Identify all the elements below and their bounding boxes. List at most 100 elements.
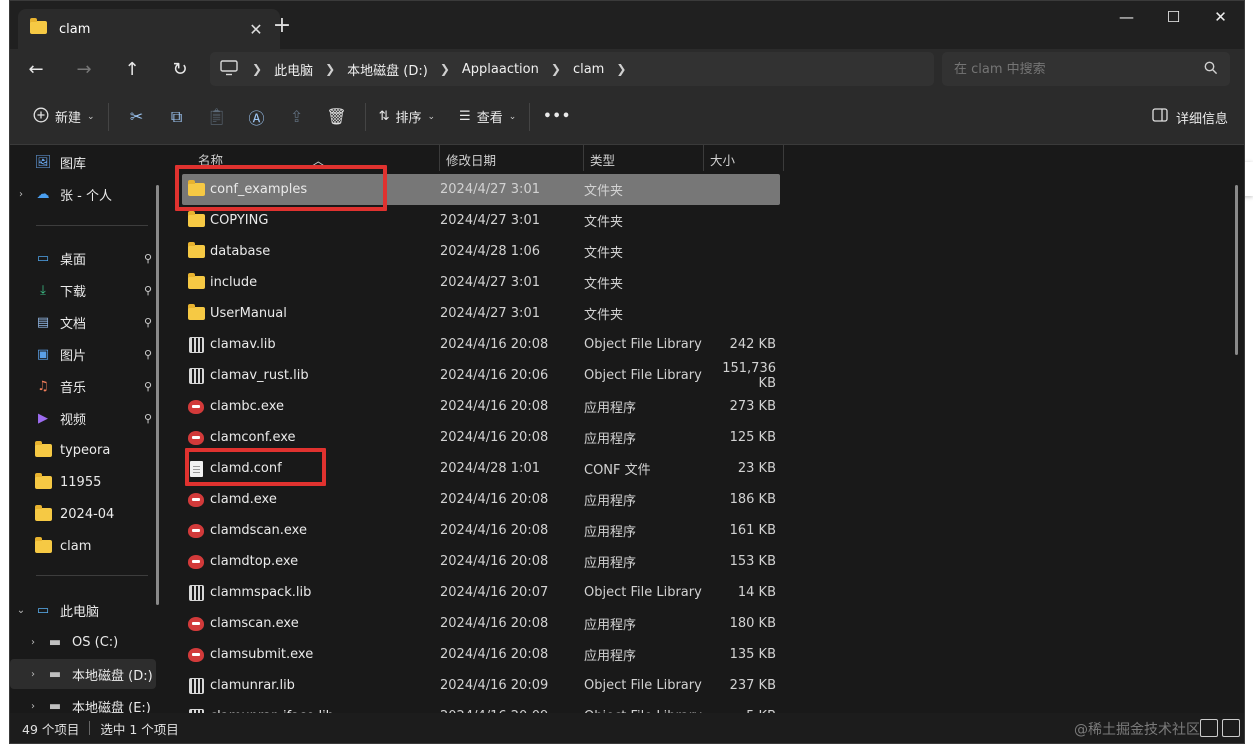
breadcrumb-drive-d[interactable]: 本地磁盘 (D:) <box>347 60 428 79</box>
new-button[interactable]: 新建 ⌄ <box>28 101 100 133</box>
breadcrumb-clam[interactable]: clam <box>573 62 604 77</box>
sidebar-item[interactable]: ▭ 桌面 ⚲ <box>10 243 156 273</box>
sidebar-item[interactable]: ♫ 音乐 ⚲ <box>10 371 156 401</box>
pin-icon[interactable]: ⚲ <box>144 252 152 265</box>
chevron-right-icon[interactable]: › <box>22 701 44 712</box>
paste-icon[interactable]: 📋︎ <box>197 101 237 133</box>
details-view-icon[interactable] <box>1200 719 1218 737</box>
sidebar-item[interactable]: › ▬ 本地磁盘 (D:) <box>10 659 156 689</box>
new-tab-button[interactable]: + <box>268 13 296 41</box>
pin-icon[interactable]: ⚲ <box>144 316 152 329</box>
tiles-view-icon[interactable] <box>1222 719 1240 737</box>
file-row[interactable]: clamav.lib 2024/4/16 20:08 Object File Lib… <box>182 329 780 360</box>
file-row[interactable]: clamd.exe 2024/4/16 20:08 应用程序 186 KB <box>182 484 780 515</box>
delete-icon[interactable]: 🗑︎ <box>317 101 357 133</box>
clamav-app-icon <box>186 523 206 538</box>
sidebar-item[interactable]: 11955 <box>10 467 156 497</box>
navigation-bar: ← → ↑ ↻ ❯ 此电脑 ❯ 本地磁盘 (D:) ❯ Applaaction … <box>10 49 1244 89</box>
computer-icon <box>220 59 238 79</box>
column-divider[interactable] <box>703 145 704 171</box>
sidebar-scrollbar[interactable] <box>156 185 159 605</box>
sidebar-item[interactable]: › ▬ OS (C:) <box>10 627 156 657</box>
column-divider[interactable] <box>783 145 784 171</box>
column-size[interactable]: 大小 <box>710 150 735 169</box>
sidebar-divider <box>36 575 148 576</box>
copy-icon[interactable]: ⧉ <box>157 101 197 133</box>
file-date: 2024/4/16 20:08 <box>440 399 549 414</box>
sidebar-item[interactable]: ⤓ 下载 ⚲ <box>10 275 156 305</box>
more-options-button[interactable]: ••• <box>538 101 576 133</box>
up-button[interactable]: ↑ <box>114 53 150 85</box>
file-row[interactable]: clamdscan.exe 2024/4/16 20:08 应用程序 161 KB <box>182 515 780 546</box>
sidebar-item[interactable]: › ☁ 张 - 个人 <box>10 179 156 209</box>
file-row[interactable]: UserManual 2024/4/27 3:01 文件夹 <box>182 298 780 329</box>
sidebar-item[interactable]: ⌄ ▭ 此电脑 <box>10 595 156 625</box>
file-date: 2024/4/27 3:01 <box>440 213 540 228</box>
column-type[interactable]: 类型 <box>590 150 615 169</box>
refresh-button[interactable]: ↻ <box>162 53 198 85</box>
cut-icon[interactable]: ✂ <box>117 101 157 133</box>
close-window-button[interactable]: ✕ <box>1197 1 1244 33</box>
file-row[interactable]: database 2024/4/28 1:06 文件夹 <box>182 236 780 267</box>
pin-icon[interactable]: ⚲ <box>144 284 152 297</box>
sidebar-item[interactable]: 2024-04 <box>10 499 156 529</box>
details-pane-button[interactable]: 详细信息 <box>1152 101 1228 133</box>
file-row[interactable]: clamunrar_iface.lib2024/4/16 20:09Object… <box>182 701 780 713</box>
rename-icon[interactable]: Ⓐ <box>237 101 277 133</box>
column-divider[interactable] <box>439 145 440 171</box>
file-row[interactable]: clamunrar.lib 2024/4/16 20:09 Object File … <box>182 670 780 701</box>
chevron-right-icon[interactable]: ❯ <box>440 62 450 76</box>
breadcrumb-this-pc[interactable]: 此电脑 <box>274 60 313 79</box>
sidebar-item[interactable]: clam <box>10 531 156 561</box>
chevron-down-icon[interactable]: ⌄ <box>10 605 32 616</box>
tab-clam[interactable]: clam ✕ <box>18 9 280 49</box>
file-date: 2024/4/16 20:08 <box>440 523 549 538</box>
sidebar-item[interactable]: › ▬ 本地磁盘 (E:) <box>10 691 156 714</box>
column-date[interactable]: 修改日期 <box>446 150 496 169</box>
share-icon[interactable]: ⇪ <box>277 101 317 133</box>
file-date: 2024/4/28 1:06 <box>440 244 540 259</box>
search-icon[interactable] <box>1204 61 1218 78</box>
close-tab-icon[interactable]: ✕ <box>244 20 268 39</box>
chevron-right-icon[interactable]: ❯ <box>325 62 335 76</box>
sort-button[interactable]: ⇅ 排序 ⌄ <box>374 101 440 133</box>
chevron-right-icon[interactable]: ❯ <box>616 62 626 76</box>
address-bar[interactable]: ❯ 此电脑 ❯ 本地磁盘 (D:) ❯ Applaaction ❯ clam ❯ <box>210 52 934 86</box>
chevron-right-icon[interactable]: › <box>22 637 44 648</box>
file-row[interactable]: clamsubmit.exe 2024/4/16 20:08 应用程序 135 KB <box>182 639 780 670</box>
file-size: 151,736 KB <box>722 360 776 391</box>
search-box[interactable] <box>942 52 1230 86</box>
chevron-right-icon[interactable]: ❯ <box>551 62 561 76</box>
back-button[interactable]: ← <box>18 53 54 85</box>
maximize-button[interactable]: ☐ <box>1150 1 1197 33</box>
file-row[interactable]: clamscan.exe 2024/4/16 20:08 应用程序 180 KB <box>182 608 780 639</box>
chevron-right-icon[interactable]: ❯ <box>252 62 262 76</box>
file-list-scrollbar[interactable] <box>1235 185 1238 355</box>
pin-icon[interactable]: ⚲ <box>144 348 152 361</box>
pin-icon[interactable]: ⚲ <box>144 412 152 425</box>
sidebar-item-label: 2024-04 <box>60 506 115 522</box>
column-divider[interactable] <box>583 145 584 171</box>
file-type: Object File Library <box>584 678 702 693</box>
chevron-right-icon[interactable]: › <box>10 189 32 200</box>
file-type: 应用程序 <box>584 494 637 509</box>
file-row[interactable]: clammspack.lib 2024/4/16 20:07 Object File… <box>182 577 780 608</box>
sidebar-item[interactable]: typeora <box>10 435 156 465</box>
file-name: clamsubmit.exe <box>210 647 314 662</box>
file-row[interactable]: clamdtop.exe 2024/4/16 20:08 应用程序 153 KB <box>182 546 780 577</box>
file-row[interactable]: clambc.exe 2024/4/16 20:08 应用程序 273 KB <box>182 391 780 422</box>
file-row[interactable]: include 2024/4/27 3:01 文件夹 <box>182 267 780 298</box>
sidebar-item[interactable]: 🖼︎ 图库 <box>10 147 156 177</box>
chevron-right-icon[interactable]: › <box>22 669 44 680</box>
minimize-button[interactable]: — <box>1103 1 1150 33</box>
sidebar-item[interactable]: ▣ 图片 ⚲ <box>10 339 156 369</box>
view-button[interactable]: ☰ 查看 ⌄ <box>454 101 521 133</box>
pin-icon[interactable]: ⚲ <box>144 380 152 393</box>
forward-button[interactable]: → <box>66 53 102 85</box>
file-date: 2024/4/16 20:08 <box>440 647 549 662</box>
sidebar-item[interactable]: ▤ 文档 ⚲ <box>10 307 156 337</box>
sidebar-item[interactable]: ▶ 视频 ⚲ <box>10 403 156 433</box>
breadcrumb-applaaction[interactable]: Applaaction <box>462 62 539 77</box>
file-row[interactable]: clamav_rust.lib 2024/4/16 20:06 Object Fil… <box>182 360 780 391</box>
search-input[interactable] <box>954 61 1204 77</box>
